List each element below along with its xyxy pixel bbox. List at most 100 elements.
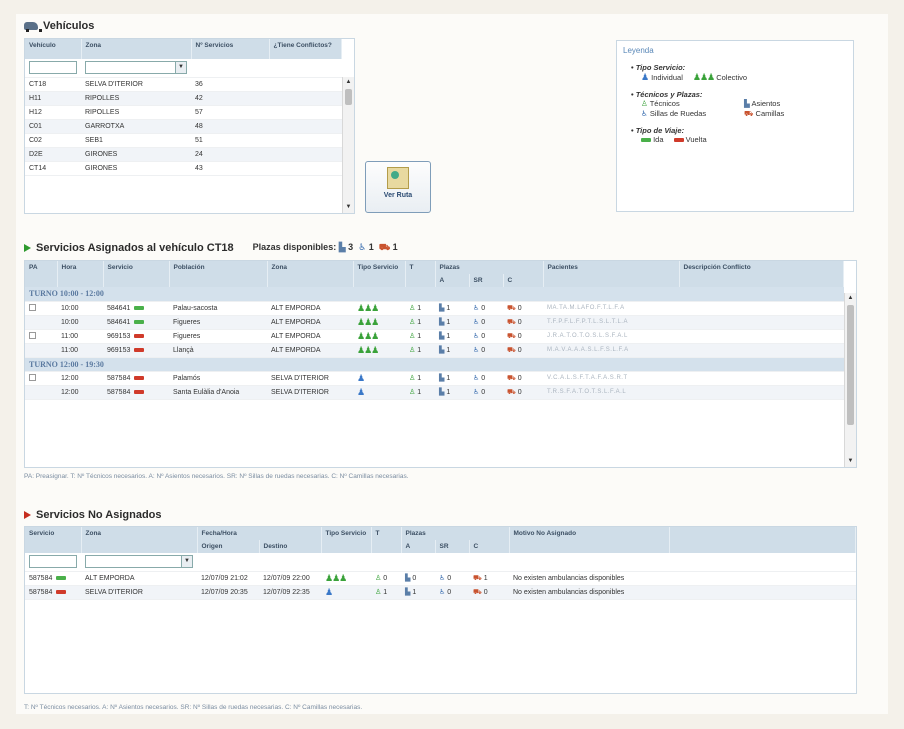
col-pa[interactable]: PA xyxy=(25,261,58,287)
servicios-cell: 51 xyxy=(191,133,269,148)
col-tipo-servicio[interactable]: Tipo Servicio xyxy=(321,527,372,553)
col-plazas-a[interactable]: A xyxy=(401,540,436,553)
table-row[interactable]: D2E GIRONES 24 xyxy=(25,147,342,162)
col-plazas-a[interactable]: A xyxy=(435,274,470,287)
stretcher-icon: ⛟ xyxy=(507,346,516,354)
count-value: 1 xyxy=(483,574,488,582)
table-row[interactable]: H12 RIPOLLES 57 xyxy=(25,105,342,120)
table-row[interactable]: 12:00 587584 Santa Eulàlia d'Anoia SELVA D'… xyxy=(25,385,844,400)
count-value: 0 xyxy=(517,304,522,312)
col-tipo-servicio[interactable]: Tipo Servicio xyxy=(353,261,406,287)
pa-cell xyxy=(25,371,57,386)
pa-cell xyxy=(25,343,57,358)
wheelchair-cell: ♿ 0 xyxy=(469,315,503,330)
vehiculo-filter-input[interactable] xyxy=(29,61,77,75)
turno-group-row[interactable]: TURNO 12:00 - 19:30 xyxy=(25,357,844,372)
table-row[interactable]: 11:00 969153 Llançà ALT EMPORDA ♟♟♟ ♙ 1 ▙ 1 ♿ 0… xyxy=(25,343,844,358)
zona-cell: SELVA D'ITERIOR xyxy=(267,371,353,386)
vehiculos-scrollbar[interactable]: ▲ ▼ xyxy=(342,77,354,213)
col-plazas-c[interactable]: C xyxy=(469,540,510,553)
table-row[interactable]: 587584 SELVA D'ITERIOR 12/07/09 20:35 12/07… xyxy=(25,585,856,600)
table-row[interactable]: CT14 GIRONES 43 xyxy=(25,161,342,176)
stretcher-icon: ⛟ xyxy=(507,388,516,396)
tecnico-icon: ♙ xyxy=(375,575,382,582)
table-row[interactable]: 587584 ALT EMPORDA 12/07/09 21:02 12/07/09 … xyxy=(25,571,856,586)
legend-tecnicos-plazas: Técnicos y Plazas: ♙ Técnicos ▙ Asientos… xyxy=(631,90,847,119)
col-servicio[interactable]: Servicio xyxy=(25,527,82,553)
stretcher-cell: ⛟ 0 xyxy=(503,343,543,358)
col-servicio[interactable]: Servicio xyxy=(103,261,170,287)
table-row[interactable]: C01 GARROTXA 48 xyxy=(25,119,342,134)
col-pacientes[interactable]: Pacientes xyxy=(543,261,680,287)
col-poblacion[interactable]: Población xyxy=(169,261,268,287)
scroll-down-icon[interactable]: ▼ xyxy=(846,457,855,466)
preasignar-checkbox[interactable] xyxy=(29,374,36,382)
col-zona[interactable]: Zona xyxy=(81,39,192,59)
asignados-scrollbar[interactable]: ▲ ▼ xyxy=(844,293,856,467)
chevron-down-icon[interactable]: ▼ xyxy=(181,556,192,568)
scroll-thumb[interactable] xyxy=(345,89,352,105)
table-row[interactable]: H11 RIPOLLES 42 xyxy=(25,91,342,106)
tipo-servicio-cell: ♟♟♟ xyxy=(353,301,405,316)
col-origen[interactable]: Origen xyxy=(197,540,260,553)
col-plazas-sr[interactable]: SR xyxy=(469,274,504,287)
servicio-id: 587584 xyxy=(29,588,53,596)
asignados-title-text: Servicios Asignados al vehículo CT18 xyxy=(36,242,234,254)
col-vehiculo[interactable]: Vehículo xyxy=(25,39,82,59)
col-conflictos[interactable]: ¿Tiene Conflictos? xyxy=(269,39,342,59)
chevron-down-icon[interactable]: ▼ xyxy=(175,62,186,74)
scroll-thumb[interactable] xyxy=(847,305,854,425)
motivo-cell: No existen ambulancias disponibles xyxy=(509,585,669,600)
scroll-down-icon[interactable]: ▼ xyxy=(344,203,353,212)
table-row[interactable]: CT18 SELVA D'ITERIOR 36 xyxy=(25,77,342,92)
ida-arrow-icon xyxy=(134,305,145,310)
legend-ida: Ida xyxy=(653,135,664,144)
preasignar-checkbox[interactable] xyxy=(29,304,36,312)
col-nservicios[interactable]: Nº Servicios xyxy=(191,39,270,59)
col-plazas-sr[interactable]: SR xyxy=(435,540,470,553)
col-zona[interactable]: Zona xyxy=(81,527,198,553)
scroll-up-icon[interactable]: ▲ xyxy=(344,78,353,87)
col-plazas[interactable]: Plazas xyxy=(401,527,510,540)
seat-cell: ▙ 1 xyxy=(435,315,469,330)
page-frame: Vehículos Vehículo Zona Nº Servicios ¿Ti… xyxy=(16,14,888,714)
pacientes-cell: J.R.A.T.O.T.O.S.L.S.F.A.L xyxy=(543,329,679,344)
pacientes-cell: M.A.V.A.A.A.S.L.F.S.L.F.A xyxy=(543,343,679,358)
seat-icon: ▙ xyxy=(439,333,445,340)
stretcher-icon: ⛟ xyxy=(473,588,482,596)
col-zona[interactable]: Zona xyxy=(267,261,354,287)
table-row[interactable]: 10:00 584641 Figueres ALT EMPORDA ♟♟♟ ♙ 1 ▙ 1 ♿… xyxy=(25,315,844,330)
count-value: 0 xyxy=(481,347,486,354)
count-value: 0 xyxy=(483,588,488,596)
table-row[interactable]: C02 SEB1 51 xyxy=(25,133,342,148)
preasignar-checkbox[interactable] xyxy=(29,332,36,340)
map-route-icon xyxy=(387,167,409,189)
conflictos-cell xyxy=(269,133,342,148)
col-t[interactable]: T xyxy=(405,261,436,287)
turno-group-row[interactable]: TURNO 10:00 - 12:00 xyxy=(25,287,844,302)
zona-filter-select[interactable]: ▼ xyxy=(85,61,187,75)
col-t[interactable]: T xyxy=(371,527,402,553)
pacientes-cell: T.F.P.F.L.F.P.T.L.S.L.T.L.A xyxy=(543,315,679,330)
stretcher-cell: ⛟ 0 xyxy=(503,371,543,386)
vehiculo-cell: H11 xyxy=(25,91,81,106)
table-row[interactable]: 11:00 969153 Figueres ALT EMPORDA ♟♟♟ ♙ 1 ▙ 1 ♿… xyxy=(25,329,844,344)
col-plazas[interactable]: Plazas xyxy=(435,261,544,274)
table-row[interactable]: 12:00 587584 Palamós SELVA D'ITERIOR ♟ ♙ 1 ▙ 1… xyxy=(25,371,844,386)
col-descripcion-conflicto[interactable]: Descripción Conflicto xyxy=(679,261,844,287)
col-fecha-hora[interactable]: Fecha/Hora xyxy=(197,527,322,540)
col-destino[interactable]: Destino xyxy=(259,540,322,553)
table-row[interactable]: 10:00 584641 Palau-sacosta ALT EMPORDA ♟♟♟ ♙ … xyxy=(25,301,844,316)
scroll-up-icon[interactable]: ▲ xyxy=(846,294,855,303)
pa-cell xyxy=(25,315,57,330)
conflicto-cell xyxy=(679,343,844,358)
col-motivo[interactable]: Motivo No Asignado xyxy=(509,527,670,553)
ver-ruta-button[interactable]: Ver Ruta xyxy=(365,161,431,213)
legend-individual: Individual xyxy=(651,73,683,82)
expand-triangle-icon[interactable] xyxy=(24,511,31,519)
zona-filter-select[interactable]: ▼ xyxy=(85,555,193,569)
servicio-filter-input[interactable] xyxy=(29,555,77,569)
expand-triangle-icon[interactable] xyxy=(24,244,31,252)
col-hora[interactable]: Hora xyxy=(57,261,104,287)
col-plazas-c[interactable]: C xyxy=(503,274,544,287)
